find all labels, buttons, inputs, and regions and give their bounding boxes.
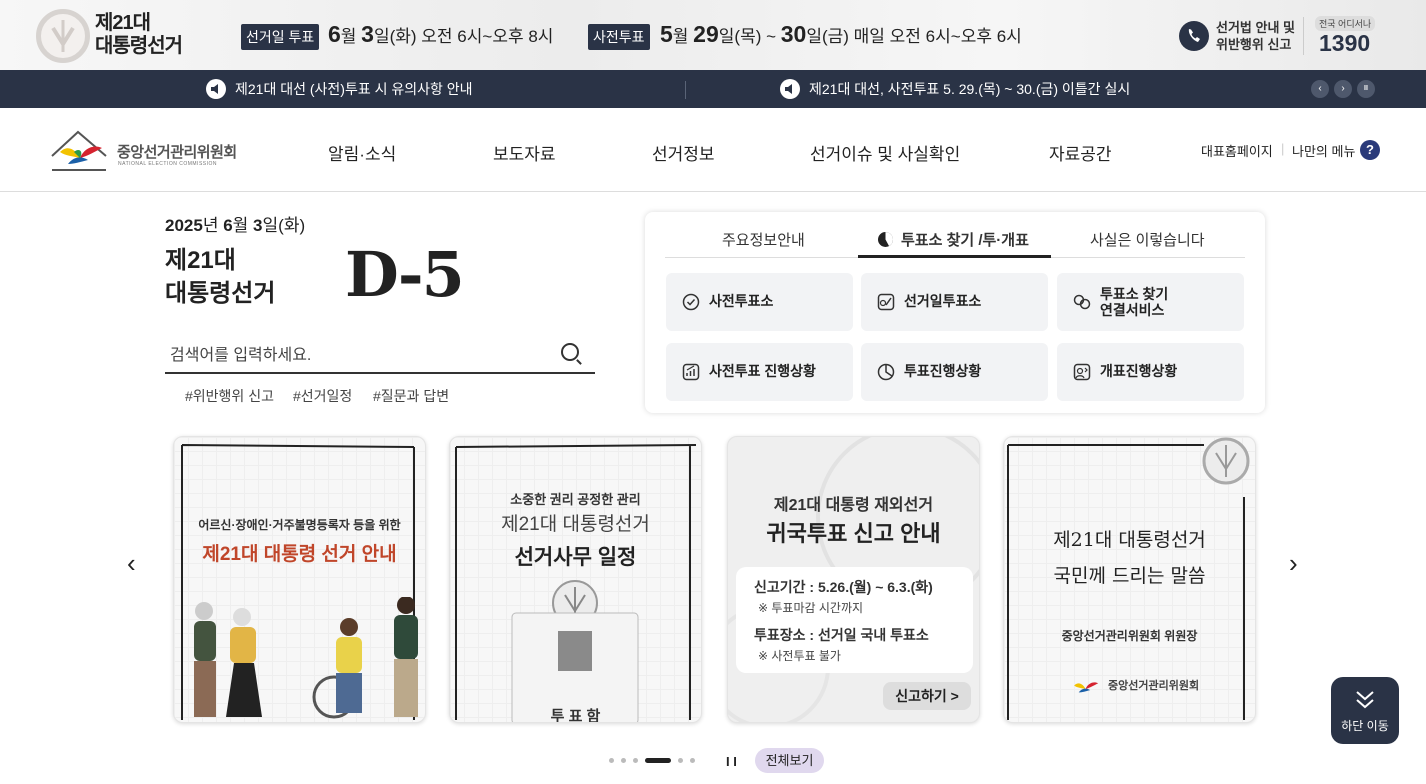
election-date: 2025년 6월 3일(화) <box>165 216 306 235</box>
chevron-double-down-icon <box>1356 691 1374 709</box>
people-illustration <box>194 597 418 719</box>
carousel-card[interactable]: 소중한 권리 공정한 관리 제21대 대통령선거 선거사무 일정 투 표 함 <box>449 436 702 723</box>
growth-chart-icon <box>682 363 700 381</box>
election-day-polling-button[interactable]: 선거일투표소 <box>861 273 1048 331</box>
menu-fact-check[interactable]: 선거이슈 및 사실확인 <box>810 140 960 165</box>
election-name: 제21대 대통령선거 <box>165 247 276 307</box>
election-logo-icon <box>36 9 90 63</box>
page-dot[interactable] <box>621 758 626 763</box>
tab-fact[interactable]: 사실은 이렇습니다 <box>1090 229 1205 250</box>
org-name[interactable]: 중앙선거관리위원회 <box>117 141 237 162</box>
early-vote-schedule: 5월 29일(목) ~ 30일(금) 매일 오전 6시~오후 6시 <box>660 21 1022 47</box>
card-title: 제21대 대통령선거 <box>1053 529 1206 551</box>
brand-line2: 대통령선거 <box>95 35 183 57</box>
page-dot[interactable] <box>690 758 695 763</box>
notice-prev-button[interactable]: ‹ <box>1311 80 1329 98</box>
divider <box>685 81 686 99</box>
election-day-schedule: 6월 3일(화) 오전 6시~오후 8시 <box>328 21 554 47</box>
nec-logo-icon <box>1074 682 1099 693</box>
polling-finder-link-button[interactable]: 투표소 찾기 연결서비스 <box>1057 273 1244 331</box>
active-tab-indicator <box>858 255 1051 258</box>
card-subtitle: 어르신·장애인·거주불명등록자 등을 위한 <box>198 518 401 532</box>
util-divider: | <box>1281 141 1285 156</box>
hashtag-link[interactable]: #질문과 답변 <box>373 386 449 406</box>
tab-polling-place[interactable]: 투표소 찾기 /투·개표 <box>877 229 1029 250</box>
info-box: 신고기간 : 5.26.(월) ~ 6.3.(화) ※ 투표마감 시간까지 투표… <box>736 567 973 673</box>
org-logo: 중앙선거관리위원회 <box>1068 673 1199 697</box>
pie-chart-icon <box>878 232 893 247</box>
vote-status-button[interactable]: 투표진행상황 <box>861 343 1048 401</box>
check-circle-icon <box>682 293 700 311</box>
ballot-box-illustration <box>511 580 639 722</box>
menu-election-info[interactable]: 선거정보 <box>652 140 715 165</box>
carousel-card[interactable]: 제21대 대통령선거 국민께 드리는 말씀 중앙선거관리위원회 위원장 중앙선거… <box>1003 436 1256 723</box>
card-title: 귀국투표 신고 안내 <box>766 521 941 546</box>
menu-archive[interactable]: 자료공간 <box>1049 140 1112 165</box>
menu-press[interactable]: 보도자료 <box>493 140 556 165</box>
page-dot[interactable] <box>678 758 683 763</box>
speaker-icon <box>206 79 226 99</box>
link-icon <box>1073 294 1091 310</box>
page-dot[interactable] <box>609 758 614 763</box>
early-vote-status-button[interactable]: 사전투표 진행상황 <box>666 343 853 401</box>
help-icon[interactable]: ? <box>1360 140 1380 160</box>
notice-item[interactable]: 제21대 대선, 사전투표 5. 29.(목) ~ 30.(금) 이틀간 실시 <box>780 79 1130 99</box>
person-board-icon <box>1073 363 1091 381</box>
brand-line1: 제21대 <box>95 12 151 34</box>
carousel-prev-button[interactable]: ‹ <box>127 548 136 579</box>
notice-next-button[interactable]: › <box>1334 80 1352 98</box>
search-input[interactable]: 검색어를 입력하세요. <box>170 341 311 365</box>
ballot-box-label: 투 표 함 <box>550 708 601 723</box>
go-down-button[interactable]: 하단 이동 <box>1331 677 1399 744</box>
carousel-pagination[interactable] <box>609 758 695 763</box>
page-dot-active[interactable] <box>645 758 671 763</box>
hotline-small-label: 전국 어디서나 <box>1315 16 1376 31</box>
tab-key-info[interactable]: 주요정보안내 <box>722 229 805 250</box>
carousel-next-button[interactable]: › <box>1289 548 1298 579</box>
election-brand: 제21대 대통령선거 <box>95 12 183 58</box>
hotline-number[interactable]: 1390 <box>1319 30 1370 57</box>
notice-pause-button[interactable]: II <box>1357 80 1375 98</box>
notice-text: 제21대 대선 (사전)투표 시 유의사항 안내 <box>235 81 473 97</box>
notice-bar: 제21대 대선 (사전)투표 시 유의사항 안내 제21대 대선, 사전투표 5… <box>0 70 1426 108</box>
search-box[interactable]: 검색어를 입력하세요. <box>165 333 595 374</box>
view-all-button[interactable]: 전체보기 <box>755 748 824 773</box>
home-link[interactable]: 대표홈페이지 <box>1201 141 1273 160</box>
page-dot[interactable] <box>633 758 638 763</box>
early-polling-button[interactable]: 사전투표소 <box>666 273 853 331</box>
carousel-card[interactable]: 어르신·장애인·거주불명등록자 등을 위한 제21대 대통령 선거 안내 <box>173 436 426 723</box>
speaker-icon <box>780 79 800 99</box>
phone-icon <box>1179 21 1209 51</box>
election-banner: 제21대 대통령선거 선거일 투표 6월 3일(화) 오전 6시~오후 8시 사… <box>0 0 1426 70</box>
my-menu-link[interactable]: 나만의 메뉴 <box>1292 141 1355 160</box>
hashtag-link[interactable]: #위반행위 신고 <box>185 386 274 406</box>
card-subtitle: 제21대 대통령 재외선거 <box>773 497 934 514</box>
notice-item[interactable]: 제21대 대선 (사전)투표 시 유의사항 안내 <box>206 79 473 99</box>
election-day-tag: 선거일 투표 <box>241 24 320 50</box>
pie-chart-icon <box>877 363 895 381</box>
early-vote-tag: 사전투표 <box>588 24 650 50</box>
search-icon[interactable] <box>561 343 579 361</box>
divider <box>1303 17 1304 55</box>
carousel-card[interactable]: 제21대 대통령 재외선거 귀국투표 신고 안내 신고기간 : 5.26.(월)… <box>727 436 980 723</box>
count-status-button[interactable]: 개표진행상황 <box>1057 343 1244 401</box>
notice-text: 제21대 대선, 사전투표 5. 29.(목) ~ 30.(금) 이틀간 실시 <box>809 81 1131 97</box>
card-signature: 중앙선거관리위원회 위원장 <box>1061 629 1198 643</box>
card-subtitle: 제21대 대통령선거 <box>501 514 650 535</box>
org-name-en: NATIONAL ELECTION COMMISSION <box>118 161 218 167</box>
card-title: 선거사무 일정 <box>514 546 637 569</box>
carousel-pause-button[interactable]: I I <box>726 754 737 769</box>
card-subtitle: 소중한 권리 공정한 관리 <box>510 492 641 507</box>
d-day-counter: D-5 <box>345 238 465 311</box>
hotline-label: 선거법 안내 및 위반행위 신고 <box>1216 20 1295 52</box>
ballot-icon <box>877 293 895 311</box>
card-title: 제21대 대통령 선거 안내 <box>202 544 397 565</box>
menu-news[interactable]: 알림·소식 <box>328 140 396 165</box>
hashtag-link[interactable]: #선거일정 <box>293 386 352 406</box>
card-title: 국민께 드리는 말씀 <box>1053 565 1206 587</box>
quick-info-panel: 주요정보안내 투표소 찾기 /투·개표 사실은 이렇습니다 사전투표소 선거일투… <box>645 212 1265 413</box>
nec-logo-icon[interactable] <box>50 130 108 177</box>
global-nav: 중앙선거관리위원회 NATIONAL ELECTION COMMISSION 알… <box>0 108 1426 192</box>
report-button[interactable]: 신고하기 > <box>883 682 971 710</box>
